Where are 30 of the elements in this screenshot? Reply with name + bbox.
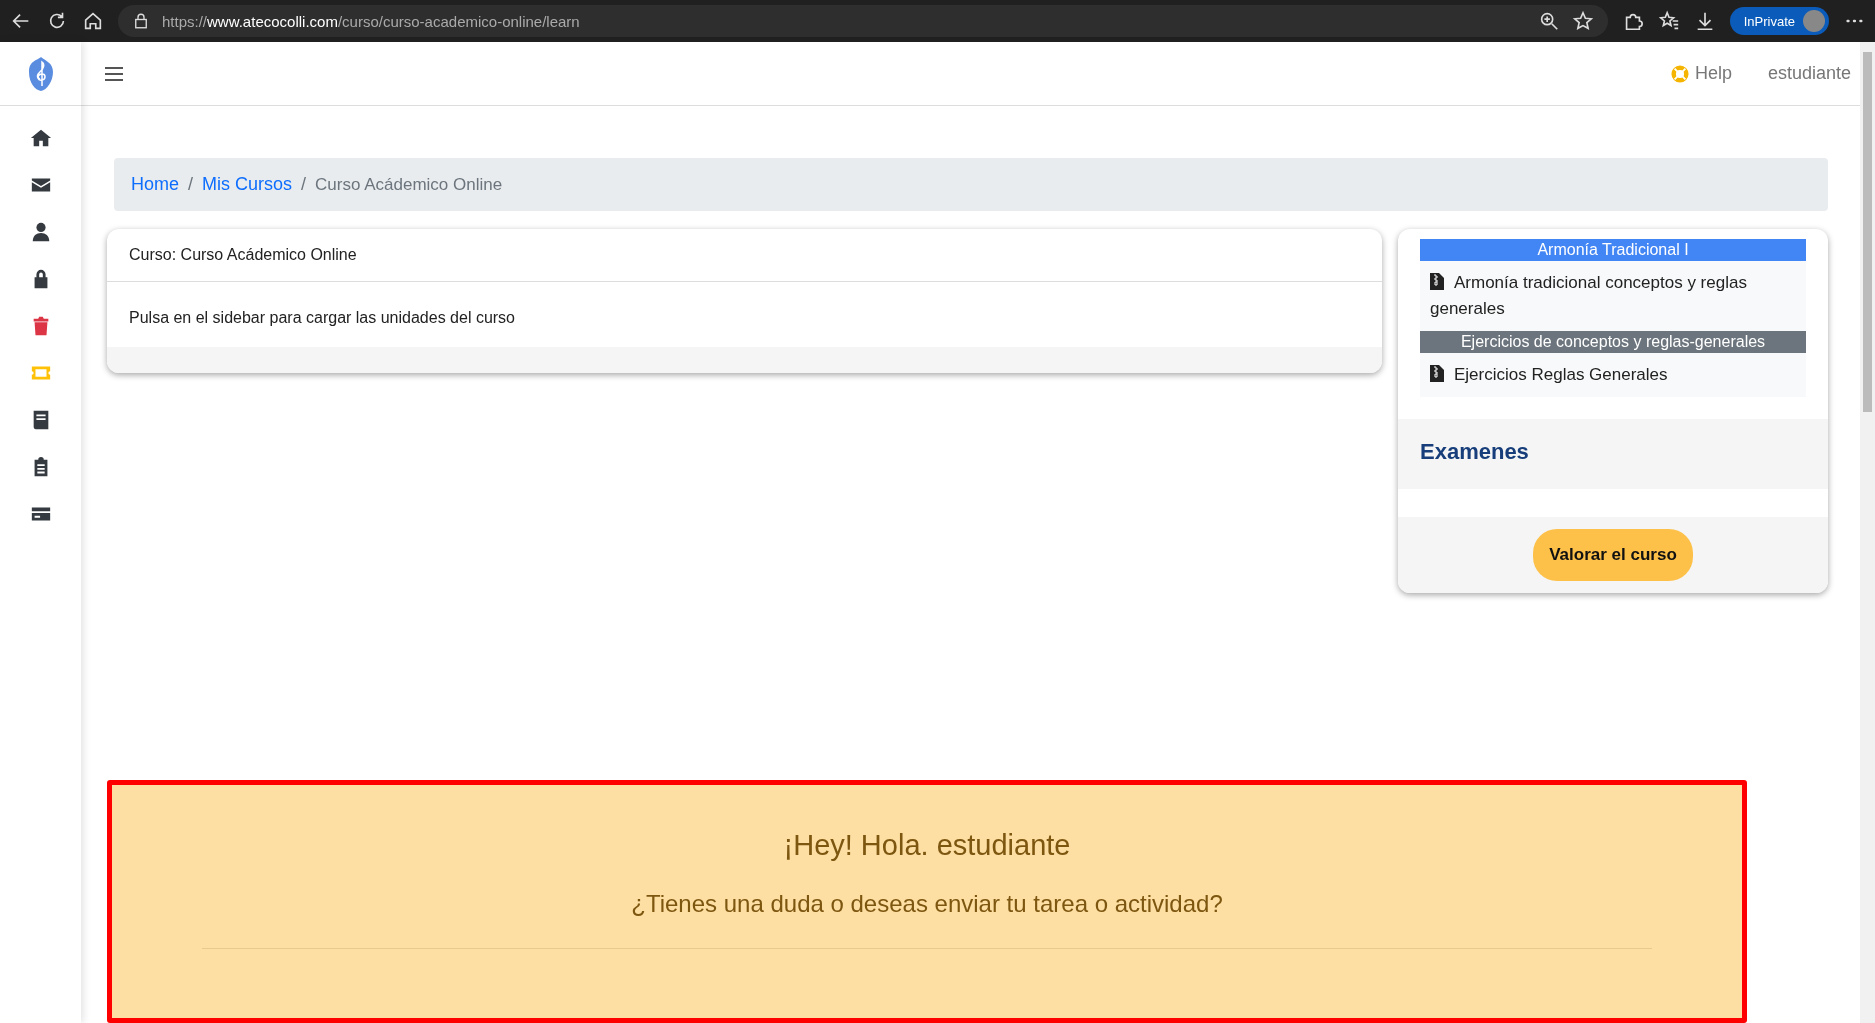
treble-clef-logo-icon[interactable] bbox=[27, 55, 54, 92]
breadcrumb-current: Curso Acádemico Online bbox=[315, 174, 503, 195]
menu-icon[interactable] bbox=[105, 65, 123, 82]
exams-heading: Examenes bbox=[1398, 419, 1828, 489]
breadcrumb-link[interactable]: Mis Cursos bbox=[202, 174, 293, 195]
home-icon[interactable] bbox=[82, 10, 104, 32]
inprivate-button[interactable]: InPrivate bbox=[1729, 7, 1829, 35]
course-instructions: Pulsa en el sidebar para cargar las unidades del curso bbox=[128, 308, 516, 328]
user-menu[interactable]: estudiante bbox=[1767, 63, 1851, 84]
breadcrumb-separator: / bbox=[188, 174, 194, 195]
zip-file-icon bbox=[1430, 365, 1444, 382]
lesson-link[interactable]: Armonía tradicional conceptos y reglas generales bbox=[1420, 261, 1806, 331]
unit-header[interactable]: Ejercicios de conceptos y reglas-generales bbox=[1420, 331, 1806, 353]
greeting-text: ¡Hey! Hola. estudiante bbox=[783, 829, 1071, 862]
address-bar[interactable]: https://www.atecocolli.com/curso/curso-academico-online/learn bbox=[118, 5, 1608, 37]
rate-course-button[interactable]: Valorar el curso bbox=[1533, 529, 1693, 581]
breadcrumb-separator: / bbox=[301, 174, 307, 195]
scrollbar[interactable] bbox=[1860, 42, 1875, 1023]
url-text: https://www.atecocolli.com/curso/curso-academico-online/learn bbox=[162, 12, 581, 30]
add-favorite-icon[interactable] bbox=[1571, 10, 1594, 32]
lesson-link[interactable]: Ejercicios Reglas Generales bbox=[1420, 353, 1806, 397]
favorites-icon[interactable] bbox=[1657, 10, 1680, 32]
help-link[interactable]: Help bbox=[1670, 63, 1732, 84]
course-title: Curso: Curso Acádemico Online bbox=[107, 229, 1382, 282]
breadcrumb-link[interactable]: Home bbox=[131, 174, 179, 195]
unit-header[interactable]: Armonía Tradicional I bbox=[1420, 239, 1806, 261]
zip-file-icon bbox=[1430, 273, 1444, 290]
lifebuoy-icon bbox=[1670, 64, 1689, 83]
avatar-icon bbox=[1803, 10, 1825, 32]
question-text: ¿Tienes una duda o deseas enviar tu tarea o actividad? bbox=[631, 890, 1223, 918]
